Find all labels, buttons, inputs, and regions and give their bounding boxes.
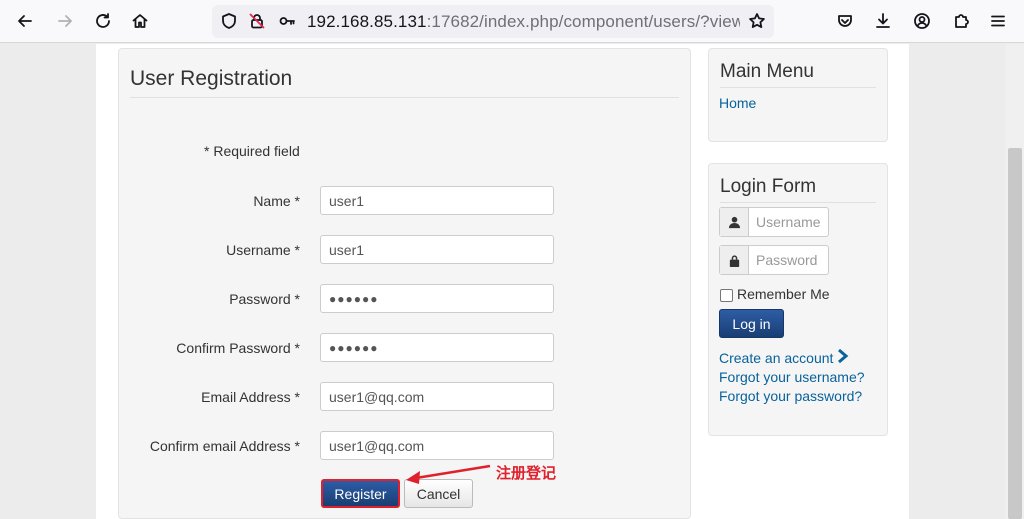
chevron-right-icon	[838, 348, 849, 364]
bookmark-area	[740, 5, 774, 38]
username-field[interactable]: user1	[320, 235, 554, 264]
menu-item-home[interactable]: Home	[719, 95, 756, 111]
url-path: :17682/index.php/component/users/?view=r…	[426, 12, 774, 31]
annotation-arrow-icon	[406, 464, 491, 484]
confirm-password-field[interactable]: ●●●●●●	[320, 333, 554, 362]
forgot-username-link[interactable]: Forgot your username?	[719, 369, 865, 385]
username-placeholder: Username	[756, 214, 821, 230]
confirm-email-label: Confirm email Address *	[149, 438, 300, 454]
password-placeholder: Password	[756, 252, 818, 268]
register-button[interactable]: Register	[321, 479, 400, 508]
pocket-icon[interactable]	[832, 8, 858, 34]
shield-icon[interactable]	[216, 8, 242, 34]
name-field[interactable]: user1	[320, 186, 554, 215]
arrow-right-icon[interactable]	[52, 8, 78, 34]
arrow-left-icon[interactable]	[12, 8, 38, 34]
insecure-lock-icon[interactable]	[244, 8, 270, 34]
login-button[interactable]: Log in	[719, 309, 784, 338]
browser-toolbar: 192.168.85.131:17682/index.php/component…	[0, 0, 1024, 43]
title-divider	[130, 97, 679, 98]
star-icon[interactable]	[744, 8, 770, 34]
page-gutter-left	[0, 44, 96, 519]
key-icon[interactable]	[274, 8, 300, 34]
url-text[interactable]: 192.168.85.131:17682/index.php/component…	[307, 12, 774, 32]
user-icon	[720, 208, 749, 236]
login-password-input[interactable]: Password	[719, 245, 829, 275]
main-menu-title: Main Menu	[720, 61, 814, 82]
scrollbar-thumb[interactable]	[1008, 148, 1022, 519]
page-gutter-right	[909, 44, 1004, 519]
url-host: 192.168.85.131	[307, 12, 427, 31]
required-note: * Required field	[204, 143, 300, 159]
login-username-input[interactable]: Username	[719, 207, 829, 237]
password-field[interactable]: ●●●●●●	[320, 284, 554, 313]
name-label: Name *	[253, 193, 300, 209]
password-label: Password *	[229, 291, 300, 307]
lock-icon	[720, 246, 749, 274]
confirm-password-label: Confirm Password *	[176, 340, 300, 356]
download-icon[interactable]	[870, 8, 896, 34]
email-label: Email Address *	[201, 389, 300, 405]
hamburger-icon[interactable]	[985, 8, 1011, 34]
username-label: Username *	[226, 242, 300, 258]
page-title: User Registration	[130, 67, 293, 90]
home-icon[interactable]	[127, 8, 153, 34]
annotation-label: 注册登记	[496, 464, 557, 482]
login-form-title: Login Form	[720, 176, 817, 197]
main-menu-divider	[720, 87, 876, 88]
email-field[interactable]: user1@qq.com	[320, 382, 554, 411]
create-account-link[interactable]: Create an account	[719, 350, 833, 366]
url-bar[interactable]: 192.168.85.131:17682/index.php/component…	[212, 5, 774, 38]
puzzle-icon[interactable]	[948, 8, 974, 34]
confirm-email-field[interactable]: user1@qq.com	[320, 431, 554, 460]
remember-me-label[interactable]: Remember Me	[737, 286, 830, 302]
remember-me-checkbox[interactable]	[720, 289, 733, 302]
reload-icon[interactable]	[90, 8, 116, 34]
forgot-password-link[interactable]: Forgot your password?	[719, 388, 862, 404]
login-form-divider	[720, 202, 876, 203]
account-icon[interactable]	[909, 8, 935, 34]
